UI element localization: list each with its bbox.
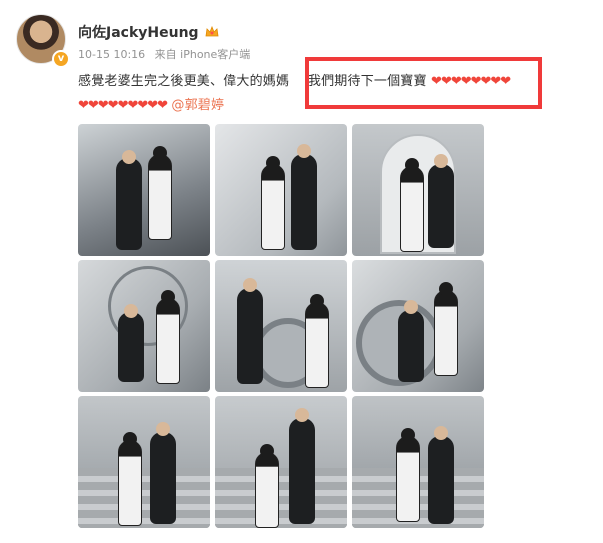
avatar-container[interactable]: v <box>16 14 70 68</box>
photo-grid <box>78 124 484 528</box>
verified-badge-icon: v <box>52 50 70 68</box>
post-text-part-1: 感覺老婆生完之後更美、偉大的媽媽 <box>78 74 290 89</box>
post-text-line-2: ❤❤❤❤❤❤❤❤❤ @郭碧婷 <box>78 94 224 113</box>
username-row: 向佐JackyHeung <box>78 22 219 42</box>
photo-8[interactable] <box>215 396 347 528</box>
crown-icon[interactable] <box>205 26 219 38</box>
username[interactable]: 向佐JackyHeung <box>78 22 199 42</box>
hearts-line-2: ❤❤❤❤❤❤❤❤❤ <box>78 98 168 113</box>
photo-5[interactable] <box>215 260 347 392</box>
post-source: 来自 iPhone客户端 <box>154 48 251 61</box>
photo-2[interactable] <box>215 124 347 256</box>
photo-4[interactable] <box>78 260 210 392</box>
photo-9[interactable] <box>352 396 484 528</box>
post-timestamp[interactable]: 10-15 10:16 <box>78 48 145 61</box>
photo-7[interactable] <box>78 396 210 528</box>
photo-1[interactable] <box>78 124 210 256</box>
photo-3[interactable] <box>352 124 484 256</box>
post-meta: 10-15 10:16 来自 iPhone客户端 <box>78 46 256 62</box>
highlight-annotation-box <box>305 57 542 109</box>
photo-6[interactable] <box>352 260 484 392</box>
mention-link[interactable]: @郭碧婷 <box>171 98 224 113</box>
